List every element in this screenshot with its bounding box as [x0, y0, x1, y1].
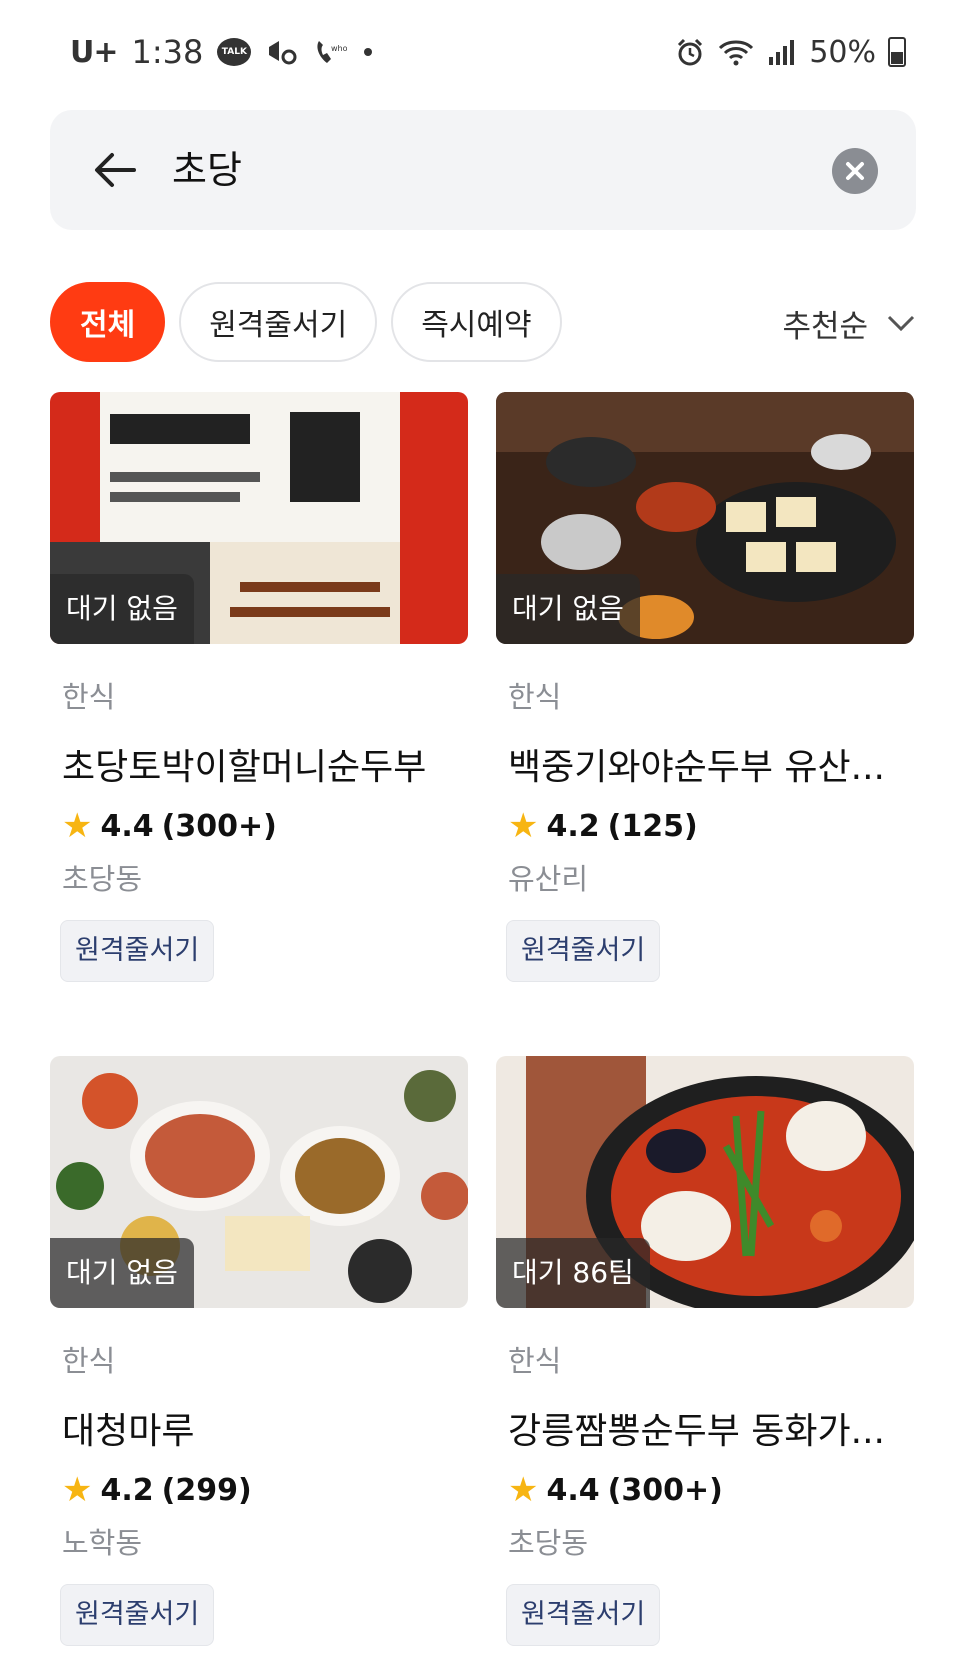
restaurant-name[interactable]: 대청마루	[50, 1402, 468, 1454]
status-right: 50%	[675, 30, 906, 74]
restaurant-rating: ★ 4.2 (125)	[496, 806, 914, 846]
restaurant-category: 한식	[508, 680, 562, 714]
star-icon: ★	[508, 806, 539, 846]
remote-queue-tag: 원격줄서기	[60, 920, 215, 982]
search-query[interactable]: 초당	[172, 140, 242, 200]
filter-bar: 전체 원격줄서기 즉시예약	[50, 282, 562, 364]
filter-chip-all[interactable]: 전체	[50, 282, 166, 362]
restaurant-category: 한식	[62, 1344, 116, 1378]
restaurant-name[interactable]: 강릉짬뽕순두부 동화가...	[496, 1402, 914, 1454]
status-left: U+ 1:38 TALK who	[70, 30, 375, 74]
remote-queue-tag: 원격줄서기	[506, 920, 661, 982]
restaurant-area: 초당동	[62, 862, 143, 896]
rating-value: 4.4	[546, 1472, 600, 1508]
restaurant-rating: ★ 4.4 (300+)	[496, 1470, 914, 1510]
sort-label: 추천순	[782, 308, 868, 345]
whowho-icon: who	[313, 37, 347, 67]
review-count: (299)	[161, 1472, 252, 1508]
back-arrow-icon[interactable]	[90, 144, 142, 196]
restaurant-card[interactable]: 대기 86팀 한식 강릉짬뽕순두부 동화가... ★ 4.4 (300+) 초당…	[496, 1056, 914, 1646]
wait-status-badge: 대기 없음	[50, 574, 194, 644]
wait-status-badge: 대기 86팀	[496, 1238, 650, 1308]
remote-queue-tag: 원격줄서기	[506, 1584, 661, 1646]
svg-text:who: who	[331, 44, 347, 53]
review-count: (300+)	[607, 1472, 723, 1508]
restaurant-photo[interactable]: 대기 없음	[496, 392, 914, 644]
restaurant-rating: ★ 4.4 (300+)	[50, 806, 468, 846]
filter-chip-remote-queue[interactable]: 원격줄서기	[179, 282, 378, 362]
battery-percent: 50%	[809, 34, 876, 70]
restaurant-name[interactable]: 초당토박이할머니순두부	[50, 738, 468, 790]
restaurant-name[interactable]: 백중기와야순두부 유산...	[496, 738, 914, 790]
chevron-down-icon	[887, 315, 915, 332]
restaurant-area: 유산리	[508, 862, 589, 896]
restaurant-photo[interactable]: 대기 86팀	[496, 1056, 914, 1308]
restaurant-area: 노학동	[62, 1526, 143, 1560]
restaurant-area: 초당동	[508, 1526, 589, 1560]
restaurant-category: 한식	[508, 1344, 562, 1378]
rating-value: 4.2	[100, 1472, 154, 1508]
wifi-icon	[717, 37, 755, 67]
remote-queue-tag: 원격줄서기	[60, 1584, 215, 1646]
alarm-icon	[675, 37, 705, 67]
restaurant-photo[interactable]: 대기 없음	[50, 392, 468, 644]
carrier-label: U+	[70, 34, 118, 70]
restaurant-rating: ★ 4.2 (299)	[50, 1470, 468, 1510]
sort-dropdown[interactable]: 추천순	[782, 298, 916, 348]
restaurant-card[interactable]: 대기 없음 한식 대청마루 ★ 4.2 (299) 노학동 원격줄서기	[50, 1056, 468, 1646]
status-bar: U+ 1:38 TALK who 50%	[0, 0, 966, 100]
restaurant-photo[interactable]: 대기 없음	[50, 1056, 468, 1308]
star-icon: ★	[62, 1470, 93, 1510]
rating-value: 4.2	[546, 808, 600, 844]
battery-icon	[888, 37, 906, 67]
clear-search-icon[interactable]	[832, 148, 878, 194]
signal-icon	[767, 37, 797, 67]
restaurant-card[interactable]: 대기 없음 한식 백중기와야순두부 유산... ★ 4.2 (125) 유산리 …	[496, 392, 914, 982]
rating-value: 4.4	[100, 808, 154, 844]
filter-chip-instant-reservation[interactable]: 즉시예약	[391, 282, 562, 362]
restaurant-category: 한식	[62, 680, 116, 714]
app-notification-icon	[265, 37, 299, 67]
wait-status-badge: 대기 없음	[496, 574, 640, 644]
restaurant-card[interactable]: 대기 없음 한식 초당토박이할머니순두부 ★ 4.4 (300+) 초당동 원격…	[50, 392, 468, 982]
kakaotalk-icon: TALK	[217, 38, 252, 66]
review-count: (300+)	[161, 808, 277, 844]
star-icon: ★	[508, 1470, 539, 1510]
dot-icon	[361, 45, 375, 59]
star-icon: ★	[62, 806, 93, 846]
wait-status-badge: 대기 없음	[50, 1238, 194, 1308]
search-bar[interactable]: 초당	[50, 110, 916, 230]
review-count: (125)	[607, 808, 698, 844]
clock: 1:38	[131, 33, 204, 71]
